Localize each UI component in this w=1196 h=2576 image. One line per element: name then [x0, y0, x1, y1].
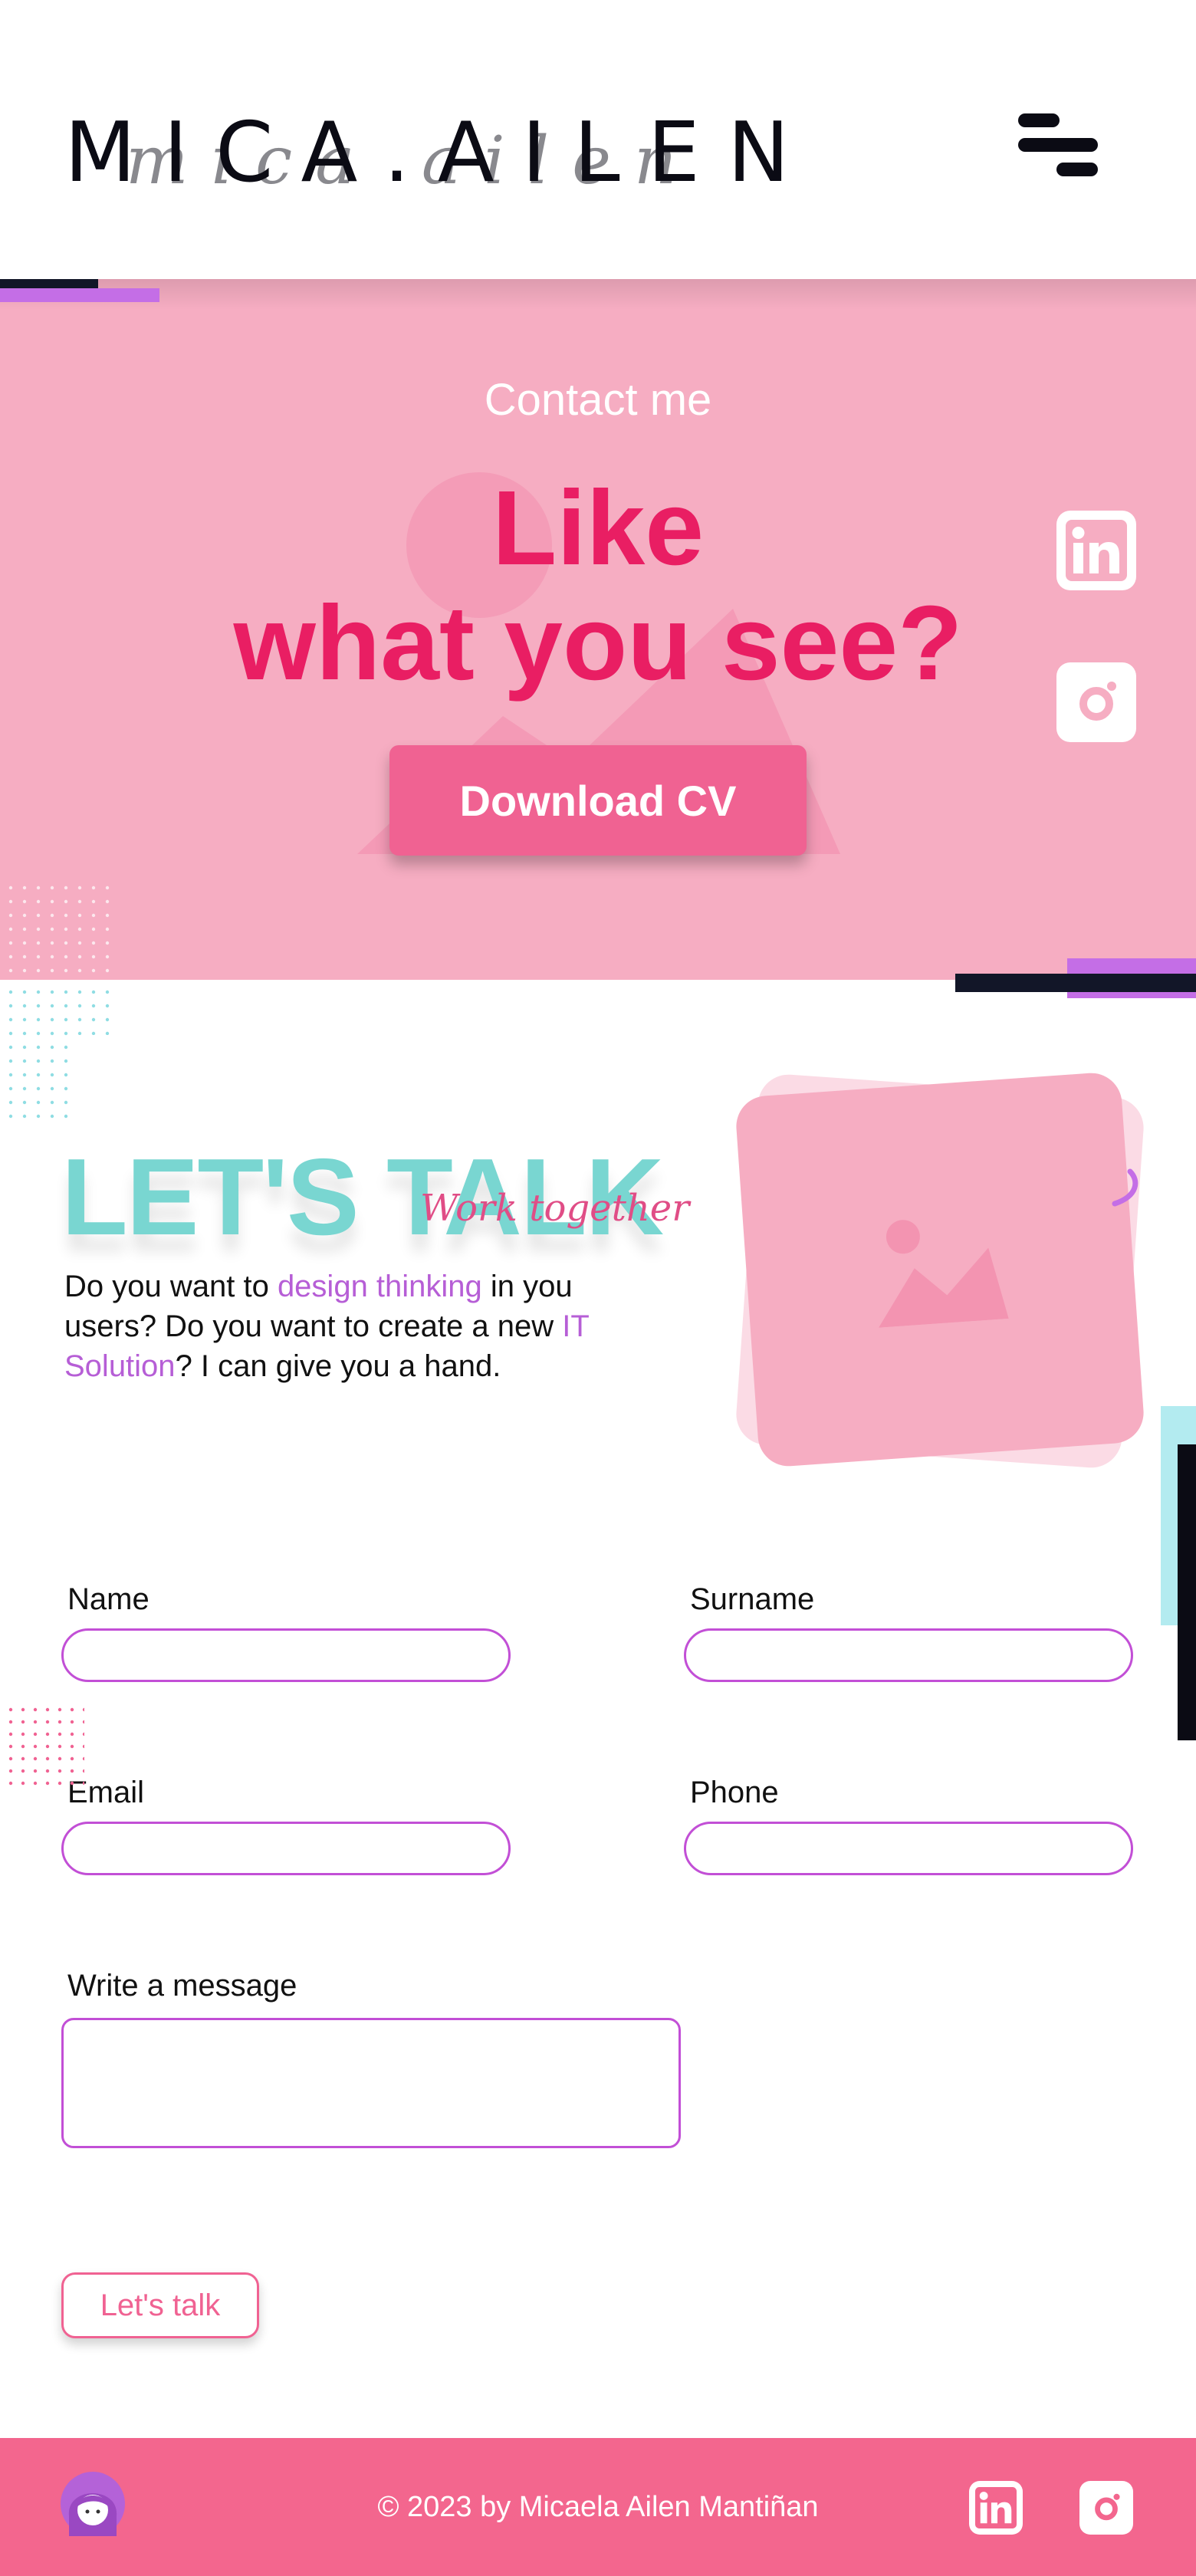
decor-dots-cyan [8, 989, 115, 1119]
text-part: Do you want to [64, 1270, 278, 1303]
decor-bar-purple [0, 288, 159, 302]
text-part: ? I can give you a hand. [175, 1349, 501, 1383]
site-logo[interactable]: mica ailen MICA.AILEN [64, 105, 817, 201]
contact-hero: Contact me Like what you see? Download C… [0, 279, 1196, 980]
image-placeholder-icon [879, 1220, 1009, 1328]
hero-title-line2: what you see? [233, 584, 963, 702]
decor-dots-pink [8, 1707, 84, 1786]
image-placeholder [734, 1071, 1146, 1468]
hamburger-menu-icon[interactable] [1012, 113, 1104, 178]
lets-talk-script: Work together [420, 1187, 690, 1230]
hero-eyebrow: Contact me [484, 375, 712, 425]
site-header: mica ailen MICA.AILEN [0, 0, 1196, 279]
avatar-icon[interactable] [60, 2470, 126, 2542]
instagram-icon[interactable] [1079, 2481, 1133, 2535]
phone-field[interactable] [684, 1822, 1133, 1875]
linkedin-icon[interactable] [1056, 511, 1136, 590]
instagram-icon[interactable] [1056, 662, 1136, 742]
text-highlight: design thinking [277, 1270, 482, 1303]
hero-title: Like what you see? [0, 471, 1196, 701]
hero-title-line1: Like [491, 469, 705, 587]
lets-talk-button[interactable]: Let's talk [61, 2272, 259, 2338]
decor-dark-strip [1178, 1444, 1196, 1740]
decor-bar-dark [0, 279, 98, 288]
logo-text: MICA.AILEN [64, 105, 817, 201]
site-footer: © 2023 by Micaela Ailen Mantiñan [0, 2438, 1196, 2576]
name-field[interactable] [61, 1628, 511, 1682]
surname-field[interactable] [684, 1628, 1133, 1682]
surname-label: Surname [690, 1582, 815, 1616]
decor-bar-dark-right [955, 974, 1196, 992]
download-cv-button[interactable]: Download CV [389, 745, 807, 856]
name-label: Name [67, 1582, 150, 1616]
phone-label: Phone [690, 1776, 779, 1809]
message-field[interactable] [61, 2018, 681, 2148]
decor-squiggle [1112, 1168, 1138, 1207]
lets-talk-description: Do you want to design thinking in you us… [64, 1267, 647, 1386]
linkedin-icon[interactable] [969, 2481, 1023, 2535]
hero-top-shadow [0, 279, 1196, 310]
message-label: Write a message [67, 1969, 297, 2003]
email-field[interactable] [61, 1822, 511, 1875]
decor-dots-white [8, 885, 115, 980]
